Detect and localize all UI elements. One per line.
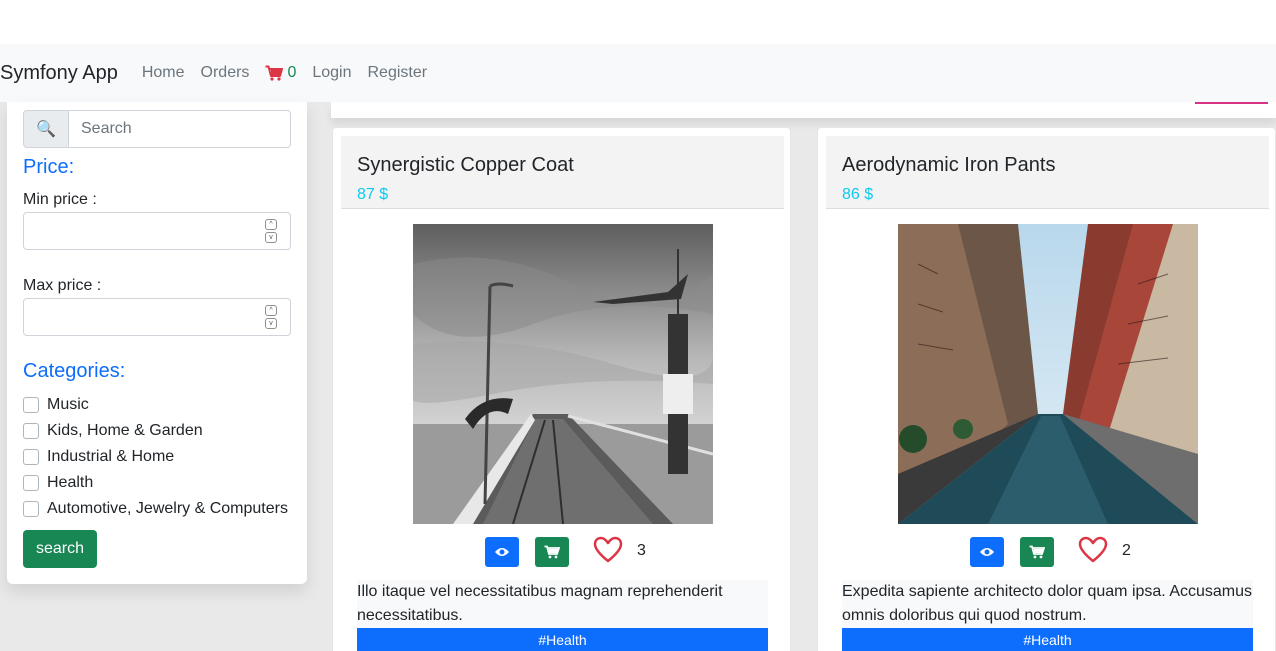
eye-icon [980, 548, 994, 556]
category-item[interactable]: Kids, Home & Garden [23, 418, 303, 444]
category-label: Industrial & Home [47, 448, 175, 465]
filter-sidebar: 🔍 Price: Min price : ^ v Max price : ^ v… [7, 102, 307, 584]
category-tag[interactable]: #Health [357, 628, 768, 651]
category-label: Health [47, 474, 94, 491]
like-count: 2 [1122, 542, 1131, 559]
product-image[interactable] [898, 224, 1198, 524]
search-button[interactable]: search [23, 530, 97, 568]
product-name[interactable]: Synergistic Copper Coat [357, 154, 574, 177]
content-header-strip [331, 102, 1276, 118]
cart-count: 0 [287, 64, 297, 81]
max-price-input[interactable]: ^ v [23, 298, 291, 336]
category-checkbox[interactable] [23, 501, 39, 517]
max-price-stepper[interactable]: ^ v [265, 305, 277, 329]
min-price-label: Min price : [23, 191, 97, 208]
categories-heading: Categories: [23, 360, 126, 382]
category-label: Kids, Home & Garden [47, 422, 203, 439]
category-label: Automotive, Jewelry & Computers [47, 500, 288, 517]
category-tag[interactable]: #Health [842, 628, 1253, 651]
nav-link-login[interactable]: Login [312, 64, 351, 82]
view-button[interactable] [485, 537, 519, 567]
product-card: Aerodynamic Iron Pants 86 $ 2 Expedita s… [817, 127, 1276, 651]
chevron-up-icon[interactable]: ^ [265, 219, 277, 230]
nav-link-register[interactable]: Register [368, 64, 428, 82]
category-item[interactable]: Music [23, 392, 303, 418]
category-item[interactable]: Automotive, Jewelry & Computers [23, 496, 303, 522]
chevron-down-icon[interactable]: v [265, 318, 277, 329]
add-to-cart-button[interactable] [535, 537, 569, 567]
product-name[interactable]: Aerodynamic Iron Pants [842, 154, 1055, 177]
price-heading: Price: [23, 156, 75, 178]
nav-link-home[interactable]: Home [142, 64, 185, 82]
top-spacer [0, 0, 1276, 44]
cart-plus-icon [1029, 545, 1045, 559]
like-count: 3 [637, 542, 646, 559]
search-input[interactable] [69, 110, 291, 148]
nav-link-orders[interactable]: Orders [201, 64, 250, 82]
product-price: 86 $ [842, 186, 874, 203]
category-item[interactable]: Industrial & Home [23, 444, 303, 470]
category-checkbox[interactable] [23, 397, 39, 413]
product-price: 87 $ [357, 186, 389, 203]
category-checkbox[interactable] [23, 423, 39, 439]
product-card: Synergistic Copper Coat 87 $ 3 Illo itaq… [332, 127, 791, 651]
add-to-cart-button[interactable] [1020, 537, 1054, 567]
city-street-photo-icon [898, 224, 1198, 524]
category-item[interactable]: Health [23, 470, 303, 496]
min-price-input[interactable]: ^ v [23, 212, 291, 250]
heart-icon[interactable] [593, 536, 623, 564]
chevron-down-icon[interactable]: v [265, 232, 277, 243]
heart-icon[interactable] [1078, 536, 1108, 564]
brand[interactable]: Symfony App [0, 62, 118, 85]
cart-plus-icon [544, 545, 560, 559]
product-actions: 3 [333, 536, 792, 568]
product-image[interactable] [413, 224, 713, 524]
category-list: Music Kids, Home & Garden Industrial & H… [23, 392, 303, 522]
chevron-up-icon[interactable]: ^ [265, 305, 277, 316]
cart-link[interactable]: 0 [265, 64, 296, 82]
max-price-label: Max price : [23, 277, 102, 294]
product-description: Illo itaque vel necessitatibus magnam re… [357, 580, 768, 628]
search-icon: 🔍 [23, 110, 69, 148]
view-button[interactable] [970, 537, 1004, 567]
card-header: Aerodynamic Iron Pants 86 $ [826, 136, 1269, 209]
min-price-stepper[interactable]: ^ v [265, 219, 277, 243]
product-description: Expedita sapiente architecto dolor quam … [842, 580, 1253, 628]
card-header: Synergistic Copper Coat 87 $ [341, 136, 784, 209]
cart-icon [265, 65, 284, 81]
product-actions: 2 [818, 536, 1276, 568]
search-group: 🔍 [23, 110, 291, 148]
pier-photo-icon [413, 224, 713, 524]
navbar: Symfony App Home Orders 0 Login Register [0, 44, 1276, 102]
category-checkbox[interactable] [23, 449, 39, 465]
category-checkbox[interactable] [23, 475, 39, 491]
eye-icon [495, 548, 509, 556]
category-label: Music [47, 396, 89, 413]
active-indicator [1195, 102, 1268, 104]
